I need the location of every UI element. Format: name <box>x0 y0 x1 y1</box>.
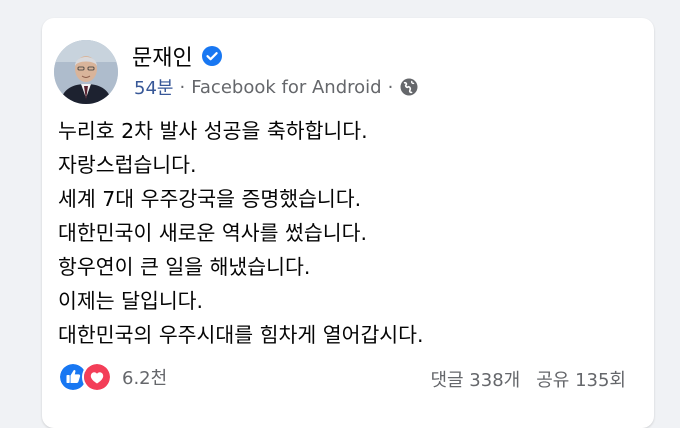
post-meta: 54분 · Facebook for Android · <box>134 74 419 100</box>
comments-count[interactable]: 댓글 338개 <box>430 366 520 392</box>
post-line: 누리호 2차 발사 성공을 축하합니다. <box>58 119 368 143</box>
post-source: Facebook for Android <box>191 76 382 98</box>
avatar-photo <box>54 40 118 104</box>
post-card: 문재인 54분 · Facebook for Android · 누리호 2차 … <box>42 18 654 428</box>
post-body: 누리호 2차 발사 성공을 축하합니다. 자랑스럽습니다. 세계 7대 우주강국… <box>58 114 424 352</box>
shares-count[interactable]: 공유 135회 <box>536 366 626 392</box>
author-avatar[interactable] <box>54 40 118 104</box>
post-line: 항우연이 큰 일을 해냈습니다. <box>58 255 311 279</box>
post-timestamp[interactable]: 54분 <box>134 74 173 100</box>
reactions-summary[interactable]: 6.2천 <box>58 362 167 392</box>
author-row: 문재인 <box>132 40 223 72</box>
reactions-count: 6.2천 <box>122 368 168 389</box>
globe-icon[interactable] <box>399 77 419 97</box>
post-line: 자랑스럽습니다. <box>58 153 197 177</box>
meta-separator: · <box>179 76 186 98</box>
post-line: 이제는 달입니다. <box>58 289 204 313</box>
love-icon <box>82 362 112 392</box>
post-line: 대한민국이 새로운 역사를 썼습니다. <box>58 221 367 245</box>
post-stats: 댓글 338개 공유 135회 <box>430 366 626 392</box>
meta-separator: · <box>387 76 394 98</box>
verified-badge-icon <box>201 46 222 66</box>
author-name[interactable]: 문재인 <box>132 40 193 72</box>
post-line: 대한민국의 우주시대를 힘차게 열어갑시다. <box>58 323 424 347</box>
post-line: 세계 7대 우주강국을 증명했습니다. <box>58 187 362 211</box>
